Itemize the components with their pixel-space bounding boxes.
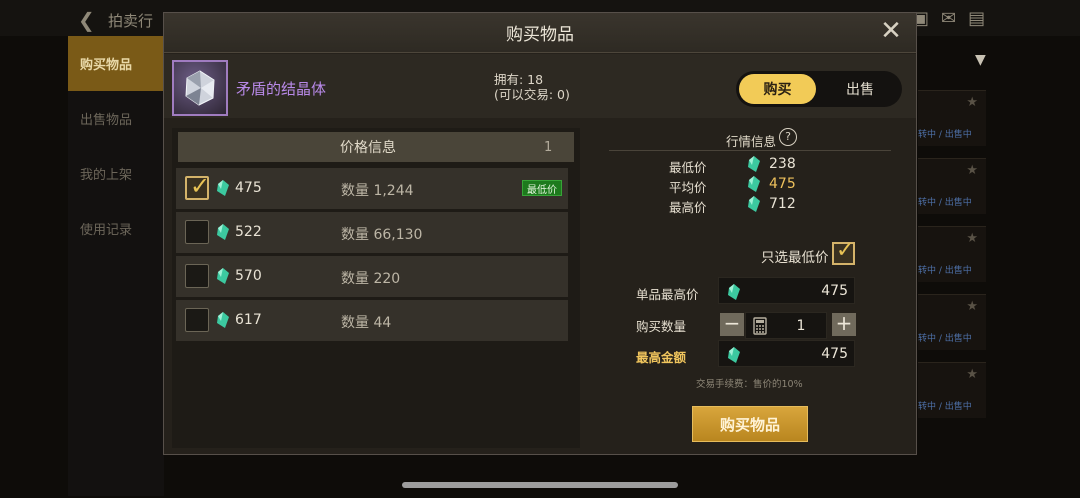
chevron-down-icon[interactable]: ▼ [975, 52, 986, 68]
crystal-icon [172, 60, 228, 116]
star-icon[interactable]: ★ [966, 367, 978, 382]
listing-quantity: 数量 44 [341, 315, 392, 331]
gem-icon [748, 196, 760, 216]
price-info-header: 价格信息 1 [178, 132, 574, 162]
gem-icon [728, 284, 740, 304]
dialog-header: 购买物品 ✕ [164, 13, 916, 53]
sidebar-item-sell[interactable]: 出售物品 [68, 91, 164, 146]
listing-checkbox[interactable] [185, 264, 209, 288]
only-lowest-label: 只选最低价 [761, 250, 829, 266]
price-info-panel: 价格信息 1 ✓ 475 数量 1,244 最低价 522 数量 66,130 570 数量 … [172, 128, 580, 448]
gem-icon [748, 156, 760, 176]
listing-row[interactable]: 617 数量 44 [176, 300, 568, 341]
only-lowest-checkbox[interactable]: ✓ [832, 238, 855, 265]
listing-checkbox[interactable]: ✓ [185, 172, 210, 200]
quantity-value: 1 [796, 318, 806, 334]
checkmark-icon: ✓ [190, 172, 211, 200]
list-item[interactable]: ★ 转中 / 出售中 [918, 90, 986, 146]
buy-item-dialog: 购买物品 ✕ 矛盾的结晶体 拥有: 18 (可以交易: 0) 购买 出售 价格信… [163, 12, 917, 455]
market-info: 最低价 238 平均价 475 最高价 712 [609, 153, 867, 219]
home-indicator[interactable] [402, 482, 678, 488]
divider [609, 150, 891, 151]
checkmark-icon: ✓ [836, 238, 855, 263]
quantity-stepper[interactable]: 1 [745, 312, 827, 339]
item-summary: 矛盾的结晶体 拥有: 18 (可以交易: 0) 购买 出售 [164, 54, 916, 118]
top-icons: ▣ ✉ ▤ [912, 8, 985, 29]
quantity-label: 购买数量 [636, 319, 687, 334]
back-arrow-icon[interactable]: ❮ [78, 8, 95, 32]
minus-icon[interactable]: − [720, 313, 744, 336]
star-icon[interactable]: ★ [966, 163, 978, 178]
list-item[interactable]: ★ 转中 / 出售中 [918, 226, 986, 282]
gem-icon [748, 176, 760, 196]
listing-checkbox[interactable] [185, 308, 209, 332]
fee-note: 交易手续费：售价的10% [696, 379, 803, 390]
unit-max-price-label: 单品最高价 [636, 287, 699, 302]
listing-row[interactable]: 522 数量 66,130 [176, 212, 568, 253]
close-icon[interactable]: ✕ [878, 18, 904, 45]
gem-icon [217, 312, 229, 332]
sidebar-item-buy[interactable]: 购买物品 [68, 36, 164, 91]
list-item[interactable]: ★ 转中 / 出售中 [918, 362, 986, 418]
listing-row[interactable]: ✓ 475 数量 1,244 最低价 [176, 168, 568, 209]
market-info-title: 行情信息 [726, 134, 777, 149]
lowest-price-badge: 最低价 [522, 180, 562, 196]
help-icon[interactable]: ? [779, 128, 797, 146]
listing-checkbox[interactable] [185, 220, 209, 244]
calculator-icon[interactable] [753, 317, 767, 339]
star-icon[interactable]: ★ [966, 231, 978, 246]
dialog-title: 购买物品 [506, 25, 574, 45]
listing-price: 570 [235, 268, 262, 284]
listing-row[interactable]: 570 数量 220 [176, 256, 568, 297]
gem-icon [217, 268, 229, 288]
min-price-row: 最低价 238 [669, 156, 796, 176]
max-price-row: 最高价 712 [669, 196, 796, 216]
listing-quantity: 数量 1,244 [341, 183, 414, 199]
listing-quantity: 数量 66,130 [341, 227, 423, 243]
total-max-field: 475 [718, 340, 855, 367]
listing-price: 475 [235, 180, 262, 196]
gem-icon [728, 347, 740, 367]
list-item[interactable]: ★ 转中 / 出售中 [918, 294, 986, 350]
owned-count: 拥有: 18 (可以交易: 0) [494, 72, 570, 102]
tab-buy[interactable]: 购买 [739, 74, 816, 104]
gem-icon [217, 180, 229, 200]
avg-price-row: 平均价 475 [669, 176, 796, 196]
plus-icon[interactable]: + [832, 313, 856, 336]
buy-sell-toggle: 购买 出售 [736, 71, 902, 107]
listing-price: 522 [235, 224, 262, 240]
sidebar-item-history[interactable]: 使用记录 [68, 201, 164, 256]
page-number: 1 [544, 139, 553, 155]
chat-icon[interactable]: ▤ [968, 8, 985, 29]
star-icon[interactable]: ★ [966, 299, 978, 314]
tab-sell[interactable]: 出售 [824, 74, 896, 104]
unit-max-price-input[interactable]: 475 [718, 277, 855, 304]
list-item[interactable]: ★ 转中 / 出售中 [918, 158, 986, 214]
page-title: 拍卖行 [108, 12, 154, 30]
mail-icon[interactable]: ✉ [941, 8, 956, 29]
gem-icon [217, 224, 229, 244]
total-max-label: 最高金额 [636, 350, 687, 365]
star-icon[interactable]: ★ [966, 95, 978, 110]
item-name: 矛盾的结晶体 [236, 80, 327, 98]
sidebar: 购买物品 出售物品 我的上架 使用记录 [68, 36, 164, 496]
listing-price: 617 [235, 312, 262, 328]
buy-button[interactable]: 购买物品 [692, 406, 808, 442]
listing-quantity: 数量 220 [341, 271, 401, 287]
sidebar-item-my-listings[interactable]: 我的上架 [68, 146, 164, 201]
